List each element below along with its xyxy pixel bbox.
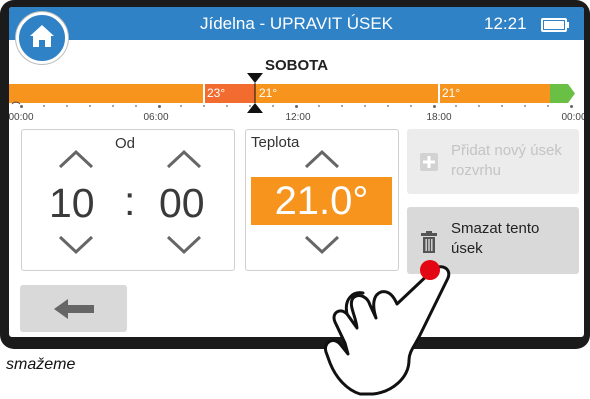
caption: smažeme <box>6 356 76 373</box>
pointing-hand-icon <box>323 260 451 396</box>
